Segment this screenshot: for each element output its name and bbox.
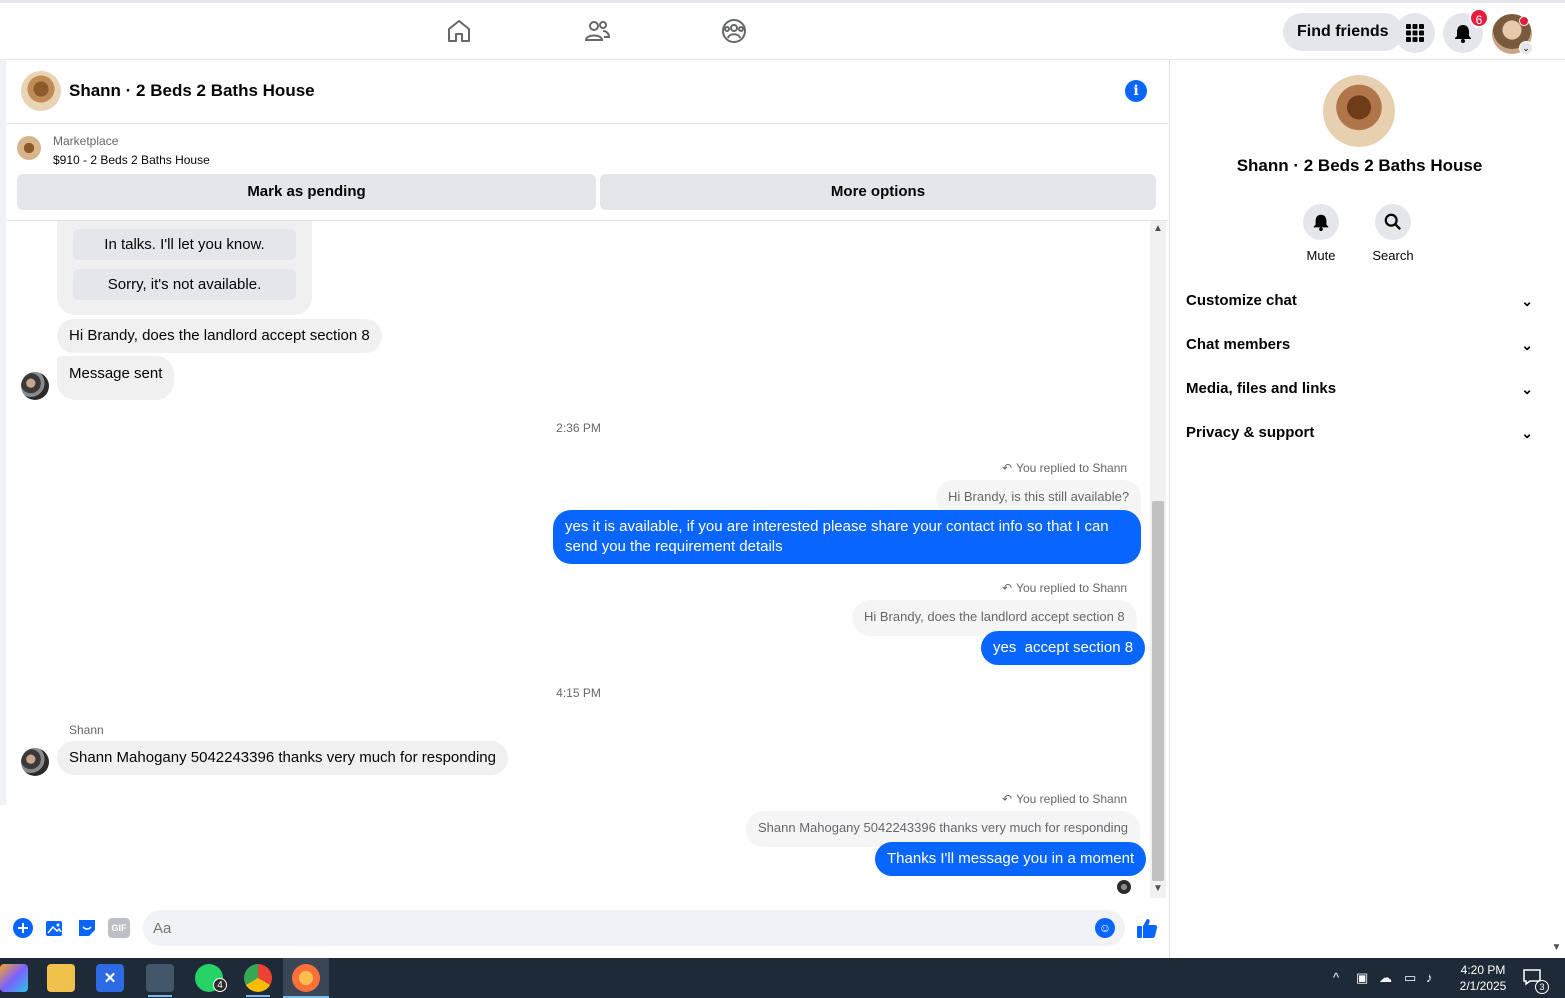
windows-taskbar: ✕ 4 ^ ▣ ☁ ▭ ♪ 4:20 PM 2/1/2025 3 xyxy=(0,958,1565,998)
chevron-down-icon: ⌄ xyxy=(1521,381,1533,397)
chrome-icon[interactable] xyxy=(244,964,272,992)
clock-time: 4:20 PM xyxy=(1460,963,1506,977)
active-indicator xyxy=(246,995,270,997)
chat-header: Shann · 2 Beds 2 Baths House i xyxy=(7,60,1168,124)
message-thread: In talks. I'll let you know. Sorry, it's… xyxy=(7,221,1150,896)
listing-title[interactable]: $910 - 2 Beds 2 Baths House xyxy=(53,153,210,167)
chevron-up-icon[interactable]: ^ xyxy=(1333,970,1339,985)
marketplace-listing-bar: Marketplace $910 - 2 Beds 2 Baths House … xyxy=(7,124,1168,221)
scroll-down-icon[interactable]: ▼ xyxy=(1150,883,1166,894)
search-label: Search xyxy=(1372,248,1414,263)
left-edge xyxy=(0,60,6,805)
reply-arrow-icon: ↶ xyxy=(1002,581,1013,595)
chevron-down-icon: ⌄ xyxy=(1521,425,1533,441)
page-scrollbar[interactable]: ▼ xyxy=(1548,60,1565,958)
plus-icon[interactable] xyxy=(13,918,33,938)
groups-icon[interactable] xyxy=(720,17,748,45)
incoming-message: Hi Brandy, does the landlord accept sect… xyxy=(57,319,382,353)
firefox-icon[interactable] xyxy=(292,964,320,992)
find-friends-button[interactable]: Find friends xyxy=(1283,13,1403,51)
search-icon[interactable] xyxy=(1375,204,1411,240)
copilot-icon[interactable] xyxy=(0,964,28,992)
scroll-down-icon[interactable]: ▼ xyxy=(1548,942,1565,953)
section-chat-members[interactable]: Chat members ⌄ xyxy=(1186,323,1533,367)
system-clock[interactable]: 4:20 PM 2/1/2025 xyxy=(1445,962,1521,994)
scroll-thumb[interactable] xyxy=(1152,501,1164,881)
reply-arrow-icon: ↶ xyxy=(1002,792,1013,806)
conversation-details-panel: Shann · 2 Beds 2 Baths House Mute Search… xyxy=(1169,60,1548,958)
friends-icon[interactable] xyxy=(583,17,611,45)
gif-icon[interactable]: GIF xyxy=(108,918,130,938)
photo-icon[interactable] xyxy=(45,918,65,938)
conversation-avatar-large[interactable] xyxy=(1323,75,1395,147)
home-icon[interactable] xyxy=(445,17,473,45)
mark-as-pending-button[interactable]: Mark as pending xyxy=(17,174,596,210)
conversation-avatar[interactable] xyxy=(21,71,61,111)
quick-reply-button[interactable]: Sorry, it's not available. xyxy=(73,269,296,300)
menu-grid-icon[interactable] xyxy=(1395,13,1435,53)
mute-button[interactable]: Mute xyxy=(1291,204,1351,263)
notifications-badge: 6 xyxy=(1469,8,1489,28)
outgoing-message: yes it is available, if you are interest… xyxy=(553,510,1141,564)
timestamp: 4:15 PM xyxy=(556,686,601,700)
action-center-badge: 3 xyxy=(1535,980,1549,994)
section-privacy-support[interactable]: Privacy & support ⌄ xyxy=(1186,411,1533,455)
app-pinned-icon[interactable] xyxy=(146,964,174,992)
section-media-files-links[interactable]: Media, files and links ⌄ xyxy=(1186,367,1533,411)
bell-icon[interactable] xyxy=(1303,204,1339,240)
clock-date: 2/1/2025 xyxy=(1459,979,1507,993)
message-input[interactable] xyxy=(143,910,1083,946)
chevron-down-icon: ⌄ xyxy=(1521,337,1533,353)
profile-alert-dot xyxy=(1519,16,1529,26)
sender-name: Shann xyxy=(69,723,104,737)
marketplace-label: Marketplace xyxy=(53,134,119,148)
cloud-icon[interactable]: ☁ xyxy=(1379,970,1392,986)
whatsapp-badge: 4 xyxy=(213,978,227,992)
app-x-icon[interactable]: ✕ xyxy=(96,964,124,992)
message-input-container xyxy=(143,910,1125,946)
quick-reply-box: In talks. I'll let you know. Sorry, it's… xyxy=(57,221,312,315)
replied-to-label: ↶ You replied to Shann xyxy=(1002,792,1128,806)
file-explorer-icon[interactable] xyxy=(47,964,75,992)
meet-now-icon[interactable]: ▣ xyxy=(1356,970,1368,986)
conversation-title[interactable]: Shann · 2 Beds 2 Baths House xyxy=(69,81,315,101)
sender-avatar[interactable] xyxy=(21,372,49,400)
section-customize-chat[interactable]: Customize chat ⌄ xyxy=(1186,279,1533,323)
active-indicator xyxy=(148,995,172,997)
thumbs-up-icon[interactable] xyxy=(1135,916,1159,940)
reply-arrow-icon: ↶ xyxy=(1002,461,1013,475)
network-icon[interactable]: ▭ xyxy=(1404,970,1416,986)
message-scrollbar[interactable]: ▲ ▼ xyxy=(1150,221,1166,898)
replied-to-label: ↶ You replied to Shann xyxy=(1002,461,1128,475)
message-composer: GIF ☺ xyxy=(7,898,1168,956)
more-options-button[interactable]: More options xyxy=(600,174,1156,210)
incoming-message: Message sent xyxy=(57,356,175,400)
mute-label: Mute xyxy=(1306,248,1336,263)
incoming-message: Shann Mahogany 5042243396 thanks very mu… xyxy=(57,741,508,775)
timestamp: 2:36 PM xyxy=(556,421,601,435)
replied-to-label: ↶ You replied to Shann xyxy=(1002,581,1128,595)
seen-indicator-avatar xyxy=(1117,880,1131,894)
outgoing-message: Thanks I'll message you in a moment xyxy=(875,842,1147,876)
search-button[interactable]: Search xyxy=(1363,204,1423,263)
volume-icon[interactable]: ♪ xyxy=(1426,970,1433,985)
emoji-icon[interactable]: ☺ xyxy=(1095,918,1115,938)
outgoing-message: yes accept section 8 xyxy=(981,631,1146,665)
quick-reply-button[interactable]: In talks. I'll let you know. xyxy=(73,229,296,260)
info-icon[interactable]: i xyxy=(1125,80,1147,102)
sender-avatar[interactable] xyxy=(21,748,49,776)
sticker-icon[interactable] xyxy=(77,918,97,938)
scroll-up-icon[interactable]: ▲ xyxy=(1150,223,1166,234)
listing-thumbnail[interactable] xyxy=(17,136,41,160)
top-navigation: Find friends 6 ⌄ xyxy=(0,0,1565,60)
chevron-down-icon[interactable]: ⌄ xyxy=(1519,41,1533,55)
details-title: Shann · 2 Beds 2 Baths House xyxy=(1236,156,1483,175)
chevron-down-icon: ⌄ xyxy=(1521,293,1533,309)
